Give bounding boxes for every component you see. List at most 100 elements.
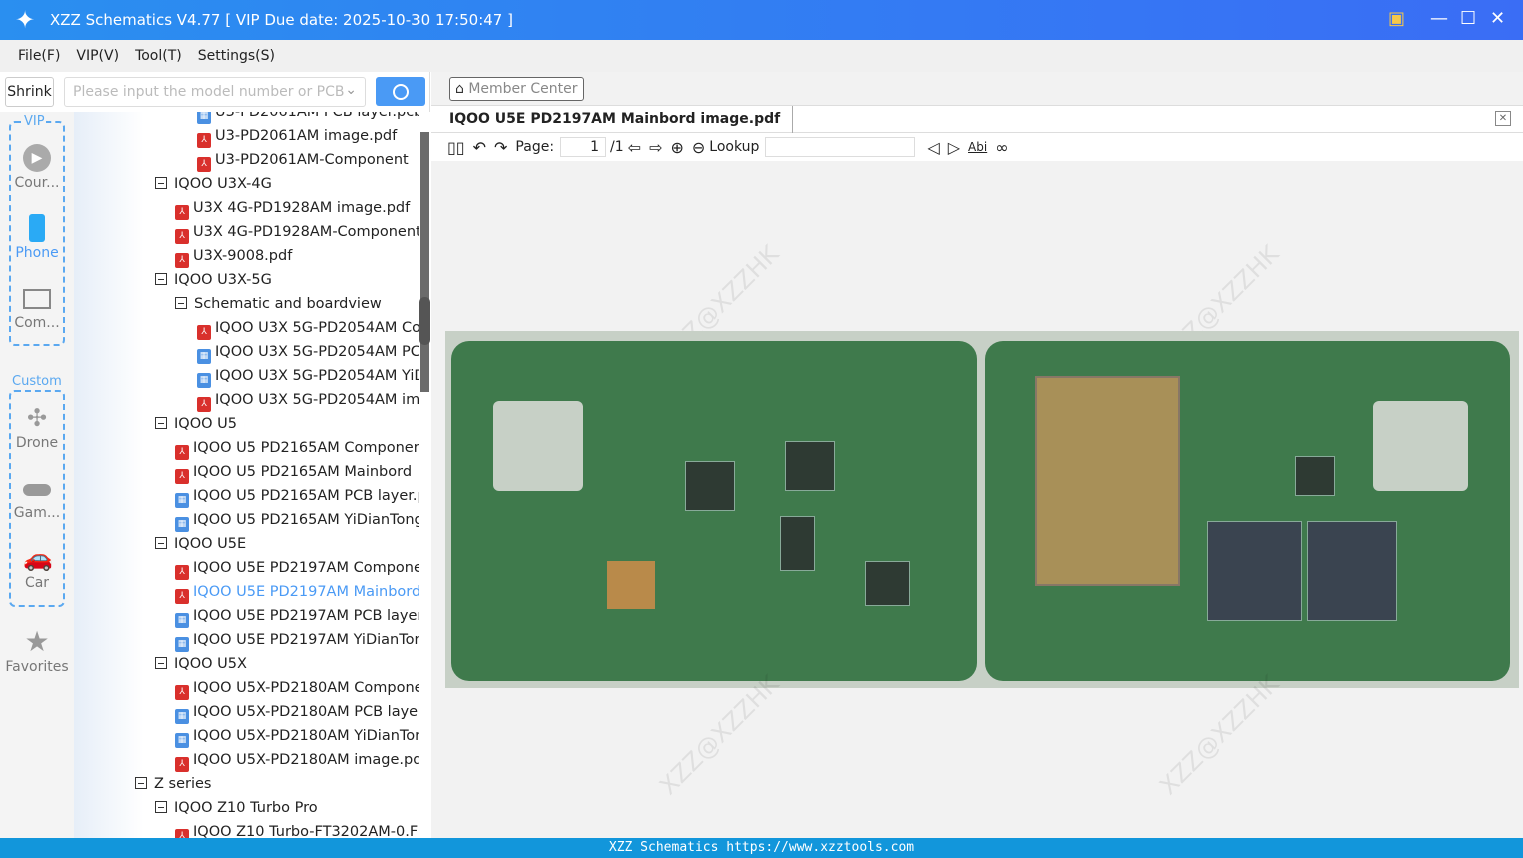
tree-folder[interactable]: IQOO U3X-5G: [155, 268, 272, 292]
nav-car[interactable]: 🚗 Car: [0, 544, 74, 591]
zoom-out-icon[interactable]: ⊖: [692, 138, 705, 157]
tree-file[interactable]: ▦ IQOO U5X-PD2180AM PCB layer: [175, 700, 419, 724]
tree-folder[interactable]: Schematic and boardview: [175, 292, 382, 316]
find-prev-icon[interactable]: ◁: [927, 138, 939, 157]
collapse-icon[interactable]: [155, 657, 167, 669]
tree-folder[interactable]: IQOO U5E: [155, 532, 246, 556]
tree-item-label: IQOO Z10 Turbo Pro: [174, 800, 318, 816]
tree-file[interactable]: ⅄ U3X 4G-PD1928AM image.pdf: [175, 196, 410, 220]
maximize-button[interactable]: ☐: [1460, 8, 1476, 29]
tree-file[interactable]: ⅄ IQOO U5X-PD2180AM image.pdf: [175, 748, 419, 772]
phone-icon: [29, 214, 45, 242]
tree-file[interactable]: ⅄ U3X 4G-PD1928AM-Component: [175, 220, 419, 244]
rotate-left-icon[interactable]: ↶: [473, 138, 486, 157]
collapse-icon[interactable]: [155, 417, 167, 429]
collapse-icon[interactable]: [135, 777, 147, 789]
document-tabs: IQOO U5E PD2197AM Mainbord image.pdf ✕: [431, 105, 1523, 133]
rotate-right-icon[interactable]: ↷: [494, 138, 507, 157]
minimize-button[interactable]: —: [1430, 8, 1448, 29]
next-page-icon[interactable]: ⇨: [649, 138, 662, 157]
menu-vip[interactable]: VIP(V): [76, 48, 119, 64]
star-icon: ★: [24, 625, 50, 658]
close-tab-icon[interactable]: ✕: [1495, 111, 1511, 126]
pcb-file-icon: ▦: [175, 709, 189, 724]
menu-file[interactable]: File(F): [18, 48, 60, 64]
window-title: XZZ Schematics V4.77 [ VIP Due date: 202…: [50, 11, 513, 29]
collapse-icon[interactable]: [155, 177, 167, 189]
vip-bag-icon[interactable]: ▣: [1388, 8, 1405, 29]
tree-file[interactable]: ⅄ IQOO U5E PD2197AM Mainbord image.pdf: [175, 580, 419, 604]
collapse-icon[interactable]: [155, 273, 167, 285]
tree-folder[interactable]: Z series: [135, 772, 211, 796]
find-next-icon[interactable]: ▷: [948, 138, 960, 157]
page-total: /1: [610, 139, 624, 155]
nav-favorites[interactable]: ★ Favorites: [0, 625, 74, 676]
nav-computer[interactable]: Com...: [0, 284, 74, 331]
prev-page-icon[interactable]: ⇦: [628, 138, 641, 157]
collapse-icon[interactable]: [155, 801, 167, 813]
match-case-icon[interactable]: Abi: [968, 140, 987, 154]
tree-file[interactable]: ▦ IQOO U5 PD2165AM PCB layer.pcb: [175, 484, 419, 508]
tree-item-label: U3-PD2061AM image.pdf: [215, 128, 398, 144]
nav-courses[interactable]: ▶ Cour...: [0, 144, 74, 191]
left-pane: Shrink Please input the model number or …: [0, 72, 430, 838]
binoculars-icon[interactable]: ∞: [995, 138, 1008, 157]
tree-item-label: IQOO Z10 Turbo-FT3202AM-0.F: [193, 824, 419, 838]
collapse-icon[interactable]: [155, 537, 167, 549]
tree-scrollbar[interactable]: [419, 112, 430, 838]
tree-file[interactable]: ⅄ IQOO U3X 5G-PD2054AM Component: [197, 316, 419, 340]
tree-file[interactable]: ⅄ U3X-9008.pdf: [175, 244, 292, 268]
tree-file[interactable]: ⅄ U3-PD2061AM-Component: [197, 148, 409, 172]
search-icon: [392, 83, 409, 100]
tree-item-label: IQOO U5 PD2165AM PCB layer.pcb: [193, 488, 419, 504]
search-button[interactable]: [376, 77, 425, 106]
tree-folder[interactable]: IQOO U3X-4G: [155, 172, 272, 196]
tree-file[interactable]: ▦ IQOO U3X 5G-PD2054AM PCB layer: [197, 340, 419, 364]
tree-file[interactable]: ▦ U3-PD2061AM PCB layer.pcb: [197, 112, 419, 124]
page-input[interactable]: 1: [560, 137, 607, 157]
collapse-icon[interactable]: [175, 297, 187, 309]
tree-file[interactable]: ▦ IQOO U5E PD2197AM PCB layer: [175, 604, 419, 628]
scrollbar-track[interactable]: [420, 132, 429, 392]
nav-phone[interactable]: Phone: [0, 214, 74, 261]
chevron-down-icon[interactable]: ⌄: [345, 82, 357, 98]
tab-document[interactable]: IQOO U5E PD2197AM Mainbord image.pdf: [449, 106, 794, 133]
pdf-view[interactable]: XZZ@XZZHK XZZ@XZZHK XZZ@XZZHK XZZ@XZZHK: [431, 161, 1523, 838]
tree-file[interactable]: ⅄ IQOO U5 PD2165AM Mainbord: [175, 460, 412, 484]
lookup-input[interactable]: [765, 137, 916, 157]
tree-item-label: IQOO U5X-PD2180AM YiDianTong: [193, 728, 419, 744]
nav-drone[interactable]: ✣ Drone: [0, 404, 74, 451]
tree-file[interactable]: ▦ IQOO U5 PD2165AM YiDianTong: [175, 508, 419, 532]
tree-item-label: Schematic and boardview: [194, 296, 382, 312]
tree-folder[interactable]: IQOO U5: [155, 412, 237, 436]
tree-file[interactable]: ⅄ IQOO Z10 Turbo-FT3202AM-0.F: [175, 820, 418, 838]
menu-bar: File(F) VIP(V) Tool(T) Settings(S): [0, 40, 1523, 72]
menu-tool[interactable]: Tool(T): [135, 48, 182, 64]
tree-file[interactable]: ⅄ U3-PD2061AM image.pdf: [197, 124, 397, 148]
member-center-button[interactable]: ⌂ Member Center: [449, 77, 584, 101]
shrink-button[interactable]: Shrink: [5, 77, 54, 107]
watermark: XZZ@XZZHK: [1154, 669, 1285, 801]
tree-file[interactable]: ▦ IQOO U3X 5G-PD2054AM YiDianTong: [197, 364, 419, 388]
tree-file[interactable]: ⅄ IQOO U3X 5G-PD2054AM image.pdf: [197, 388, 419, 412]
nav-games[interactable]: Gam...: [0, 474, 74, 521]
menu-settings[interactable]: Settings(S): [198, 48, 275, 64]
tree-item-label: IQOO U3X-5G: [174, 272, 272, 288]
tree-file[interactable]: ▦ IQOO U5X-PD2180AM YiDianTong: [175, 724, 419, 748]
two-page-icon[interactable]: ▯▯: [447, 138, 465, 157]
pcb-file-icon: ▦: [197, 112, 211, 124]
tree-folder[interactable]: IQOO Z10 Turbo Pro: [155, 796, 318, 820]
tree-folder[interactable]: IQOO U5X: [155, 652, 247, 676]
tree-item-label: IQOO U5E PD2197AM Mainbord image.pdf: [193, 584, 419, 600]
scrollbar-thumb[interactable]: [419, 297, 430, 345]
tree-file[interactable]: ▦ IQOO U5E PD2197AM YiDianTong: [175, 628, 419, 652]
tree-item-label: IQOO U3X 5G-PD2054AM YiDianTong: [215, 368, 419, 384]
zoom-in-icon[interactable]: ⊕: [670, 138, 683, 157]
search-input[interactable]: Please input the model number or PCB ⌄: [64, 77, 366, 107]
tree-file[interactable]: ⅄ IQOO U5E PD2197AM Component: [175, 556, 419, 580]
tree-file[interactable]: ⅄ IQOO U5X-PD2180AM Component: [175, 676, 419, 700]
tree-file[interactable]: ⅄ IQOO U5 PD2165AM Component: [175, 436, 419, 460]
category-nav: VIP ▶ Cour... Phone Com... Custom ✣ Drone …: [0, 112, 74, 838]
custom-group-label: Custom: [11, 374, 63, 389]
close-button[interactable]: ✕: [1490, 8, 1505, 29]
